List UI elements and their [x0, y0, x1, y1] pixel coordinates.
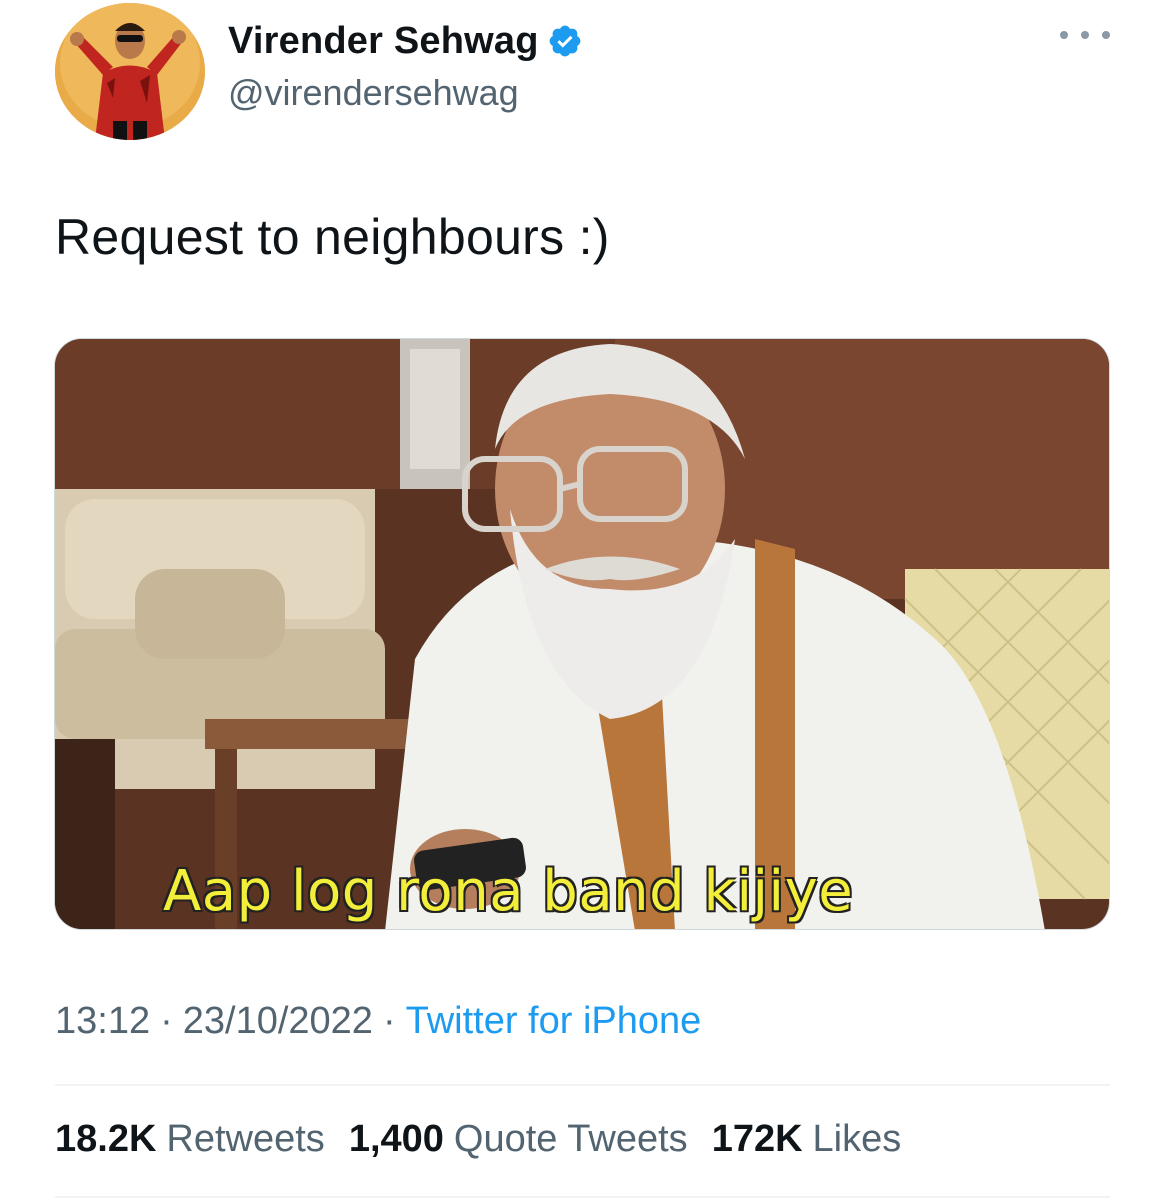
quote-tweets-stat[interactable]: 1,400 Quote Tweets: [349, 1118, 688, 1161]
tweet-media-image[interactable]: Aap log rona band kijiye: [54, 338, 1110, 930]
media-caption: Aap log rona band kijiye: [163, 859, 854, 924]
meta-separator: ·: [160, 1000, 173, 1042]
likes-label: Likes: [812, 1118, 902, 1160]
display-name[interactable]: Virender Sehwag: [228, 20, 539, 63]
likes-stat[interactable]: 172K Likes: [712, 1118, 902, 1161]
more-dot: [1060, 31, 1068, 39]
likes-count: 172K: [711, 1118, 803, 1160]
tweet-source-link[interactable]: Twitter for iPhone: [406, 1000, 702, 1043]
meta-separator: ·: [382, 1000, 396, 1042]
retweets-label: Retweets: [166, 1118, 325, 1160]
retweets-count: 18.2K: [55, 1118, 157, 1160]
more-dot: [1081, 31, 1089, 39]
retweets-stat[interactable]: 18.2K Retweets: [55, 1118, 325, 1161]
divider: [55, 1084, 1110, 1086]
verified-badge-icon: [549, 25, 581, 57]
tweet-text: Request to neighbours :): [55, 209, 610, 265]
divider: [55, 1196, 1110, 1198]
tweet-date[interactable]: 23/10/2022: [183, 1000, 373, 1043]
tweet-time[interactable]: 13:12: [55, 1000, 150, 1043]
tweet-detail: Virender Sehwag @virendersehwag Request …: [0, 0, 1164, 1200]
tweet-meta: 13:12 · 23/10/2022 · Twitter for iPhone: [55, 1000, 701, 1043]
name-row: Virender Sehwag: [228, 14, 583, 68]
quote-tweets-count: 1,400: [348, 1118, 444, 1160]
quote-tweets-label: Quote Tweets: [453, 1118, 688, 1160]
engagement-stats: 18.2K Retweets 1,400 Quote Tweets 172K L…: [55, 1118, 925, 1161]
avatar[interactable]: [55, 3, 205, 140]
user-handle[interactable]: @virendersehwag: [228, 72, 519, 114]
more-dot: [1102, 31, 1110, 39]
more-options-icon[interactable]: [1060, 20, 1110, 50]
